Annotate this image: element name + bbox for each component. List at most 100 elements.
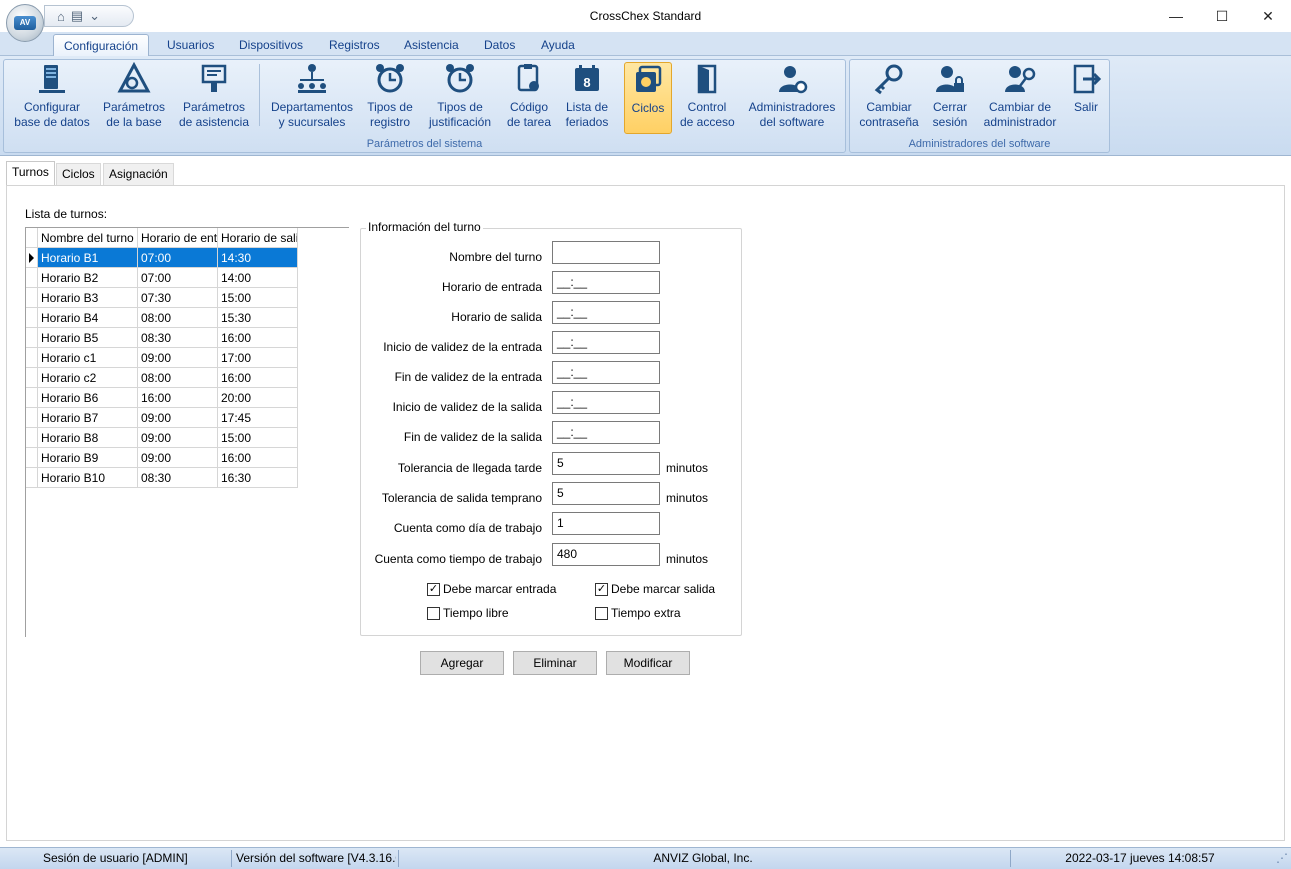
app-menu-button[interactable]: AV	[6, 4, 44, 42]
clock-out-valid-start-input[interactable]: __:__	[552, 391, 660, 414]
cell-shift-name[interactable]: Horario B1	[38, 248, 138, 268]
access-control-button[interactable]: Control de acceso	[680, 62, 735, 132]
cell-start-time[interactable]: 08:00	[138, 308, 218, 328]
shift-list-grid[interactable]: Nombre del turno Horario de entrada Hora…	[25, 227, 349, 637]
exit-button[interactable]: Salir	[1068, 62, 1104, 132]
cycles-button[interactable]: Ciclos	[624, 62, 672, 134]
cell-end-time[interactable]: 15:30	[218, 308, 298, 328]
delete-button[interactable]: Eliminar	[513, 651, 597, 675]
cell-start-time[interactable]: 08:00	[138, 368, 218, 388]
table-row[interactable]: Horario B8 09:00 15:00	[26, 428, 298, 448]
cell-end-time[interactable]: 14:00	[218, 268, 298, 288]
clock-out-time-input[interactable]: __:__	[552, 301, 660, 324]
cell-start-time[interactable]: 16:00	[138, 388, 218, 408]
table-row[interactable]: Horario B10 08:30 16:30	[26, 468, 298, 488]
cell-shift-name[interactable]: Horario B8	[38, 428, 138, 448]
table-row[interactable]: Horario B1 07:00 14:30	[26, 248, 298, 268]
tab-dispositivos[interactable]: Dispositivos	[239, 38, 303, 52]
table-row[interactable]: Horario c1 09:00 17:00	[26, 348, 298, 368]
cell-start-time[interactable]: 08:30	[138, 468, 218, 488]
configure-database-button[interactable]: Configurar base de datos	[12, 62, 92, 132]
work-time-count-input[interactable]: 480	[552, 543, 660, 566]
cell-end-time[interactable]: 16:30	[218, 468, 298, 488]
checkbox-must-clock-out[interactable]: ✓ Debe marcar salida	[595, 582, 715, 596]
tab-ciclos[interactable]: Ciclos	[56, 163, 101, 185]
row-header[interactable]	[26, 408, 38, 428]
cell-shift-name[interactable]: Horario B7	[38, 408, 138, 428]
attendance-params-button[interactable]: Parámetros de asistencia	[176, 62, 252, 132]
tab-datos[interactable]: Datos	[484, 38, 515, 52]
tab-configuracion[interactable]: Configuración	[53, 34, 150, 57]
late-tolerance-input[interactable]: 5	[552, 452, 660, 475]
cell-shift-name[interactable]: Horario B3	[38, 288, 138, 308]
table-row[interactable]: Horario B2 07:00 14:00	[26, 268, 298, 288]
clock-in-valid-start-input[interactable]: __:__	[552, 331, 660, 354]
cell-start-time[interactable]: 09:00	[138, 408, 218, 428]
cell-end-time[interactable]: 16:00	[218, 448, 298, 468]
row-header[interactable]	[26, 448, 38, 468]
row-header[interactable]	[26, 308, 38, 328]
cell-shift-name[interactable]: Horario B6	[38, 388, 138, 408]
table-row[interactable]: Horario B9 09:00 16:00	[26, 448, 298, 468]
cell-shift-name[interactable]: Horario c2	[38, 368, 138, 388]
tab-asistencia[interactable]: Asistencia	[404, 38, 459, 52]
cell-start-time[interactable]: 08:30	[138, 328, 218, 348]
cell-end-time[interactable]: 16:00	[218, 368, 298, 388]
clock-in-valid-end-input[interactable]: __:__	[552, 361, 660, 384]
row-header[interactable]	[26, 328, 38, 348]
resize-grip-icon[interactable]: ⋰	[1276, 851, 1288, 865]
cell-end-time[interactable]: 15:00	[218, 288, 298, 308]
cell-end-time[interactable]: 14:30	[218, 248, 298, 268]
cell-shift-name[interactable]: Horario B2	[38, 268, 138, 288]
add-button[interactable]: Agregar	[420, 651, 504, 675]
table-row[interactable]: Horario c2 08:00 16:00	[26, 368, 298, 388]
cell-end-time[interactable]: 20:00	[218, 388, 298, 408]
cell-start-time[interactable]: 09:00	[138, 348, 218, 368]
table-row[interactable]: Horario B5 08:30 16:00	[26, 328, 298, 348]
maximize-button[interactable]: ☐	[1199, 0, 1245, 32]
cell-start-time[interactable]: 07:30	[138, 288, 218, 308]
software-admins-button[interactable]: Administradores del software	[744, 62, 840, 132]
logout-button[interactable]: Cerrar sesión	[928, 62, 972, 132]
cell-start-time[interactable]: 09:00	[138, 448, 218, 468]
modify-button[interactable]: Modificar	[606, 651, 690, 675]
table-row[interactable]: Horario B6 16:00 20:00	[26, 388, 298, 408]
cell-shift-name[interactable]: Horario B4	[38, 308, 138, 328]
tab-turnos[interactable]: Turnos	[6, 161, 55, 185]
checkbox-overtime[interactable]: Tiempo extra	[595, 606, 681, 620]
task-code-button[interactable]: Código de tarea	[504, 62, 554, 132]
row-header[interactable]	[26, 268, 38, 288]
row-header[interactable]	[26, 468, 38, 488]
workday-count-input[interactable]: 1	[552, 512, 660, 535]
tab-ayuda[interactable]: Ayuda	[541, 38, 575, 52]
cell-end-time[interactable]: 17:00	[218, 348, 298, 368]
cell-start-time[interactable]: 09:00	[138, 428, 218, 448]
cell-shift-name[interactable]: Horario B10	[38, 468, 138, 488]
change-admin-button[interactable]: Cambiar de administrador	[980, 62, 1060, 132]
row-header[interactable]	[26, 288, 38, 308]
checkbox-free-time[interactable]: Tiempo libre	[427, 606, 509, 620]
tab-registros[interactable]: Registros	[329, 38, 380, 52]
column-header-end[interactable]: Horario de salida	[218, 228, 298, 248]
base-params-button[interactable]: Parámetros de la base	[98, 62, 170, 132]
table-row[interactable]: Horario B7 09:00 17:45	[26, 408, 298, 428]
table-row[interactable]: Horario B3 07:30 15:00	[26, 288, 298, 308]
cell-start-time[interactable]: 07:00	[138, 248, 218, 268]
cell-shift-name[interactable]: Horario c1	[38, 348, 138, 368]
row-header[interactable]	[26, 348, 38, 368]
checkbox-must-clock-in[interactable]: ✓ Debe marcar entrada	[427, 582, 556, 596]
cell-end-time[interactable]: 15:00	[218, 428, 298, 448]
row-header[interactable]	[26, 368, 38, 388]
column-header-name[interactable]: Nombre del turno	[38, 228, 138, 248]
record-types-button[interactable]: Tipos de registro	[364, 62, 416, 132]
clock-out-valid-end-input[interactable]: __:__	[552, 421, 660, 444]
close-button[interactable]: ✕	[1245, 0, 1291, 32]
checkbox-box[interactable]: ✓	[427, 582, 440, 596]
tab-usuarios[interactable]: Usuarios	[167, 38, 214, 52]
checkbox-box[interactable]	[595, 606, 608, 620]
cell-start-time[interactable]: 07:00	[138, 268, 218, 288]
cell-end-time[interactable]: 16:00	[218, 328, 298, 348]
row-header[interactable]	[26, 388, 38, 408]
row-header[interactable]	[26, 428, 38, 448]
early-leave-tolerance-input[interactable]: 5	[552, 482, 660, 505]
